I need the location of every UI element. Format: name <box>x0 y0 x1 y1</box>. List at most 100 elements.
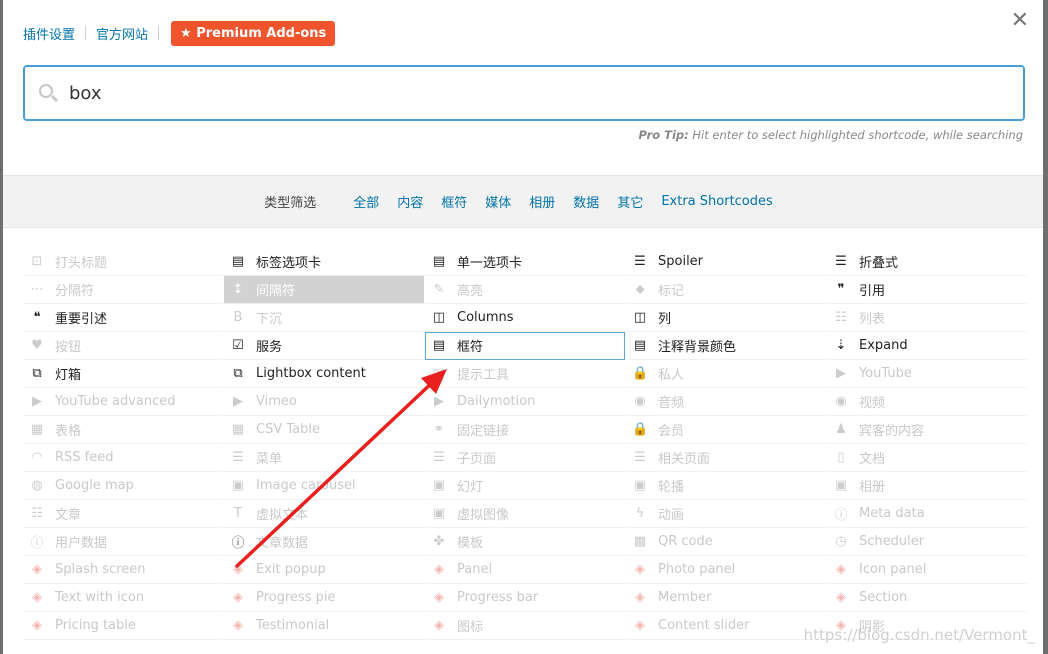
bolt-icon: ϟ <box>635 506 645 521</box>
shortcode-label: Panel <box>457 562 493 577</box>
quote-icon: ❞ <box>837 282 845 297</box>
shortcode-item[interactable]: ⧉ 灯箱 <box>23 360 223 388</box>
shortcode-item: ▯ 文档 <box>827 444 1027 472</box>
shortcode-label: 幻灯 <box>457 480 484 495</box>
pro-tip: Pro Tip: Hit enter to select highlighted… <box>638 128 1023 142</box>
shortcode-item[interactable]: ↕ 间隔符 <box>224 276 424 304</box>
shortcode-item[interactable]: ☰ Spoiler <box>626 248 826 276</box>
shortcode-item: ◠ RSS feed <box>23 444 223 472</box>
shortcode-label: 虚拟图像 <box>457 508 510 523</box>
shortcode-label: 子页面 <box>457 452 497 467</box>
shortcode-label: 私人 <box>658 368 685 383</box>
checkbox-icon: ☑ <box>232 338 244 353</box>
shortcode-item: ◈ Testimonial <box>224 612 424 640</box>
shortcode-item[interactable]: ▤ 单一选项卡 <box>425 248 625 276</box>
shortcode-label: 重要引述 <box>55 312 108 327</box>
shortcode-item[interactable]: ❞ 引用 <box>827 276 1027 304</box>
shortcode-item: ◈ Splash screen <box>23 556 223 584</box>
pro-tip-label: Pro Tip: <box>638 128 689 142</box>
shortcode-item: ◈ Exit popup <box>224 556 424 584</box>
shortcode-item: ☷ 文章 <box>23 500 223 528</box>
shortcode-item[interactable]: ▤ 标签选项卡 <box>224 248 424 276</box>
shortcode-label: 图标 <box>457 620 484 635</box>
shortcode-label: 高亮 <box>457 284 484 299</box>
shortcode-item[interactable]: ▤ 注释背景颜色 <box>626 332 826 360</box>
shortcode-item[interactable]: ⧉ Lightbox content <box>224 360 424 388</box>
close-icon[interactable]: ✕ <box>1011 10 1029 32</box>
shortcode-label: 轮播 <box>658 480 685 495</box>
filter-data[interactable]: 数据 <box>573 192 599 211</box>
layers-icon: ◈ <box>233 590 243 605</box>
shortcode-item[interactable]: ▤ 框符 <box>425 332 625 360</box>
plugin-settings-link[interactable]: 插件设置 <box>23 24 75 43</box>
shortcode-label: Google map <box>55 478 134 493</box>
divider <box>158 26 160 40</box>
bars-icon: ☰ <box>634 450 646 465</box>
shortcode-item: ▦ 表格 <box>23 416 223 444</box>
filter-extra-shortcodes[interactable]: Extra Shortcodes <box>661 194 772 209</box>
shortcode-label: Member <box>658 590 712 605</box>
spacer-icon: ↕ <box>232 282 244 297</box>
shortcode-item[interactable]: ⓘ 文章数据 <box>224 528 424 556</box>
search-input[interactable] <box>69 82 969 104</box>
filter-all[interactable]: 全部 <box>353 192 379 211</box>
layers-icon: ◈ <box>635 562 645 577</box>
shortcode-label: 引用 <box>859 284 886 299</box>
shortcode-item[interactable]: ◫ Columns <box>425 304 625 332</box>
image-icon: ▣ <box>231 478 245 493</box>
premium-addons-button[interactable]: ★ Premium Add-ons <box>171 20 336 46</box>
columns-icon: ◫ <box>633 310 647 325</box>
filter-other[interactable]: 其它 <box>617 192 643 211</box>
shortcode-label: 表格 <box>55 424 82 439</box>
layers-icon: ◈ <box>233 562 243 577</box>
lock-icon: 🔒 <box>632 422 649 437</box>
columns-icon: ◫ <box>432 310 446 325</box>
official-site-link[interactable]: 官方网站 <box>96 24 148 43</box>
table-icon: ▦ <box>231 422 245 437</box>
info-icon: ⓘ <box>834 508 848 523</box>
shortcode-label: YouTube advanced <box>55 394 176 409</box>
filter-media[interactable]: 媒体 <box>485 192 511 211</box>
shortcode-item[interactable]: ☰ 折叠式 <box>827 248 1027 276</box>
shortcode-item: ▶ Dailymotion <box>425 388 625 416</box>
shortcode-item[interactable]: ◫ 列 <box>626 304 826 332</box>
youtube-icon: ▶ <box>233 394 243 409</box>
top-links: 插件设置 官方网站 ★ Premium Add-ons <box>23 20 336 46</box>
shortcode-label: 模板 <box>457 536 484 551</box>
shortcode-item: ♥ 按钮 <box>23 332 223 360</box>
filter-gallery[interactable]: 相册 <box>529 192 555 211</box>
shortcode-label: Splash screen <box>55 562 146 577</box>
th-list-icon: ☷ <box>31 506 43 521</box>
shortcode-item: ☰ 菜单 <box>224 444 424 472</box>
layers-icon: ◈ <box>32 590 42 605</box>
image-icon: ▣ <box>432 506 446 521</box>
shortcode-item: ◈ Member <box>626 584 826 612</box>
quote-left-icon: ❝ <box>33 310 41 325</box>
shortcode-item: ☷ 列表 <box>827 304 1027 332</box>
shortcode-item: B 下沉 <box>224 304 424 332</box>
filter-content[interactable]: 内容 <box>397 192 423 211</box>
shortcode-label: Vimeo <box>256 394 297 409</box>
divider <box>85 26 87 40</box>
shortcode-label: 间隔符 <box>256 284 296 299</box>
shortcode-grid: ⊡ 打头标题 ▤ 标签选项卡 ▤ 单一选项卡 ☰ Spoiler ☰ 折叠式 ⋯ 分隔符 ↕ 间隔符 ✎ 高亮… <box>23 248 1028 640</box>
globe-icon: ◍ <box>31 478 43 493</box>
play-circle-icon: ◉ <box>835 394 847 409</box>
shortcode-label: 服务 <box>256 340 283 355</box>
filter-box[interactable]: 框符 <box>441 192 467 211</box>
shortcode-label: 按钮 <box>55 340 82 355</box>
shortcode-item[interactable]: ⇣ Expand <box>827 332 1027 360</box>
shortcode-item[interactable]: ❝ 重要引述 <box>23 304 223 332</box>
box-icon: ▤ <box>432 338 446 353</box>
shortcode-label: 分隔符 <box>55 284 95 299</box>
filter-label: 类型筛选 <box>264 196 317 211</box>
ellipsis-icon: ⋯ <box>30 282 44 297</box>
shortcode-item: ✎ 高亮 <box>425 276 625 304</box>
bars-icon: ☰ <box>433 450 445 465</box>
shortcode-item[interactable]: ☑ 服务 <box>224 332 424 360</box>
shortcode-label: Columns <box>457 310 514 325</box>
shortcode-label: Testimonial <box>256 618 330 633</box>
shortcode-label: Icon panel <box>859 562 927 577</box>
shortcode-item: ▣ Image carousel <box>224 472 424 500</box>
layers-icon: ◈ <box>434 590 444 605</box>
